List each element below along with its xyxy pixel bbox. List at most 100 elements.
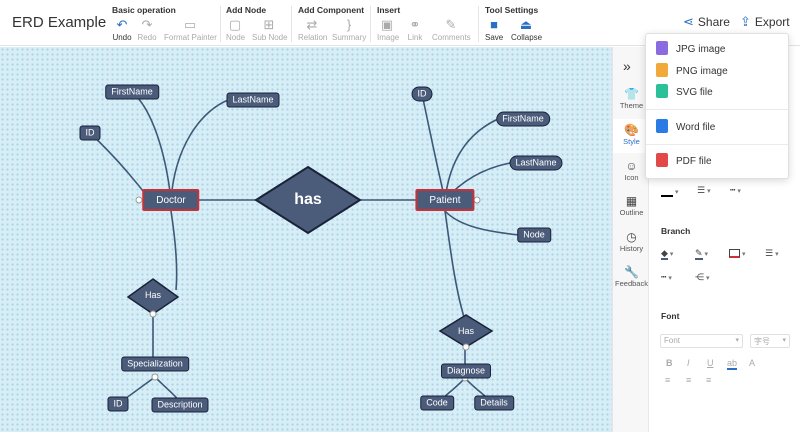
attribute-node[interactable]: Description bbox=[151, 397, 209, 413]
fill-bucket-icon: ◆ bbox=[661, 248, 668, 260]
export-pdf-item[interactable]: PDF file bbox=[656, 152, 712, 172]
outline-icon: ▦ bbox=[625, 194, 638, 208]
group-title: Add Node bbox=[226, 5, 267, 15]
toolbar-divider bbox=[220, 6, 221, 42]
node-button[interactable]: ▢ Node bbox=[226, 17, 245, 45]
italic-button[interactable]: I bbox=[687, 358, 690, 368]
share-label: Share bbox=[697, 15, 730, 29]
branch-width-select[interactable]: ☰ ▾ bbox=[765, 248, 779, 259]
border-icon bbox=[729, 249, 740, 259]
link-button[interactable]: ⚭ Link bbox=[407, 17, 423, 45]
tab-history[interactable]: ◷ History bbox=[613, 230, 650, 260]
attribute-node[interactable]: Code bbox=[420, 395, 454, 411]
attribute-node[interactable]: LastName bbox=[226, 92, 280, 108]
menu-divider bbox=[646, 144, 788, 145]
collapse-panel-icon[interactable]: » bbox=[623, 58, 631, 74]
group-add-node: Add Node ▢ Node ⊞ Sub Node bbox=[226, 3, 291, 45]
attribute-node[interactable]: FirstName bbox=[105, 84, 159, 100]
underline-button[interactable]: U bbox=[707, 358, 714, 368]
chevron-down-icon: ▾ bbox=[735, 337, 739, 344]
font-size-select[interactable]: 字号 ▾ bbox=[750, 334, 790, 348]
share-button[interactable]: ⋖ Share bbox=[683, 14, 730, 30]
group-title: Add Component bbox=[298, 5, 365, 15]
undo-button[interactable]: ↶ Undo bbox=[112, 17, 132, 45]
png-file-icon bbox=[656, 63, 668, 78]
line-style-select[interactable]: ┅ ▾ bbox=[730, 185, 741, 196]
attribute-node[interactable]: ID bbox=[107, 396, 129, 412]
group-title: Tool Settings bbox=[485, 5, 539, 15]
branch-style-select[interactable]: ┅ ▾ bbox=[661, 272, 672, 283]
group-basic-operation: Basic operation ↶ Undo ↷ Redo ▭ Format P… bbox=[112, 3, 222, 45]
dropdown-icon: ▾ bbox=[669, 251, 674, 258]
image-button[interactable]: ▣ Image bbox=[377, 17, 399, 45]
bold-button[interactable]: B bbox=[666, 358, 673, 368]
connector-line bbox=[89, 132, 151, 201]
dropdown-icon: ▾ bbox=[704, 251, 709, 258]
export-label: Export bbox=[754, 15, 790, 29]
attribute-node[interactable]: ID bbox=[411, 86, 433, 102]
branch-connector-select[interactable]: ⋲ ▾ bbox=[695, 272, 710, 283]
connector-line bbox=[444, 210, 521, 236]
comments-button[interactable]: ✎ Comments bbox=[432, 17, 471, 45]
sub-node-icon: ⊞ bbox=[263, 17, 275, 32]
export-jpg-item[interactable]: JPG image bbox=[656, 40, 725, 60]
entity-doctor[interactable]: Doctor bbox=[142, 189, 200, 211]
font-family-select[interactable]: Font ▾ bbox=[660, 334, 743, 348]
section-title: Branch bbox=[661, 226, 691, 236]
share-icon: ⋖ bbox=[683, 14, 694, 29]
entity-patient[interactable]: Patient bbox=[415, 189, 475, 211]
chevron-down-icon: ▾ bbox=[782, 337, 786, 344]
summary-button[interactable]: } Summary bbox=[332, 17, 366, 45]
align-right-button[interactable]: ≡ bbox=[706, 375, 711, 385]
export-word-item[interactable]: Word file bbox=[656, 118, 715, 138]
pen-icon: ✎ bbox=[695, 248, 703, 260]
menu-divider bbox=[646, 109, 788, 110]
attribute-node[interactable]: Node bbox=[517, 227, 551, 243]
font-color-button[interactable]: A bbox=[749, 358, 755, 368]
relation-button[interactable]: ⇄ Relation bbox=[298, 17, 327, 45]
node-icon: ▢ bbox=[228, 17, 242, 32]
tab-outline[interactable]: ▦ Outline bbox=[613, 194, 650, 224]
color-swatch-icon bbox=[661, 187, 673, 197]
branch-border-color-picker[interactable]: ▾ bbox=[729, 248, 746, 259]
connector-icon: ⋲ bbox=[695, 272, 704, 282]
dropdown-icon: ▾ bbox=[707, 188, 711, 195]
highlight-button[interactable]: ab bbox=[727, 358, 738, 370]
line-width-select[interactable]: ☰ ▾ bbox=[697, 185, 711, 196]
attribute-node[interactable]: LastName bbox=[509, 155, 563, 171]
attribute-node[interactable]: Details bbox=[474, 395, 514, 411]
line-width-icon: ☰ bbox=[765, 248, 774, 258]
jpg-file-icon bbox=[656, 41, 668, 56]
attribute-node[interactable]: ID bbox=[79, 125, 101, 141]
diagram-canvas[interactable]: has Has Has Doctor Patient FirstName Las… bbox=[0, 47, 612, 432]
dropdown-icon: ▾ bbox=[775, 251, 779, 258]
history-icon: ◷ bbox=[626, 230, 637, 244]
entity-diagnose[interactable]: Diagnose bbox=[440, 363, 492, 379]
attribute-node[interactable]: FirstName bbox=[496, 111, 550, 127]
sub-node-button[interactable]: ⊞ Sub Node bbox=[252, 17, 288, 45]
entity-specialization[interactable]: Specialization bbox=[121, 356, 189, 372]
collapse-button[interactable]: ⏏ Collapse bbox=[511, 17, 542, 45]
group-insert: Insert ▣ Image ⚭ Link ✎ Comments bbox=[377, 3, 477, 45]
tab-feedback[interactable]: 🔧 Feedback bbox=[613, 265, 650, 295]
align-left-button[interactable]: ≡ bbox=[665, 375, 670, 385]
export-button[interactable]: ⇪ Export bbox=[740, 14, 790, 30]
align-center-button[interactable]: ≡ bbox=[686, 375, 691, 385]
redo-icon: ↷ bbox=[141, 17, 153, 32]
group-title: Basic operation bbox=[112, 5, 176, 15]
format-painter-button[interactable]: ▭ Format Painter bbox=[164, 17, 217, 45]
feedback-icon: 🔧 bbox=[624, 265, 639, 279]
border-color-picker[interactable]: ▾ bbox=[661, 186, 679, 197]
connector-handle bbox=[149, 310, 157, 318]
branch-line-color-picker[interactable]: ✎ ▾ bbox=[695, 248, 709, 260]
connector-line bbox=[421, 93, 446, 201]
connector-handle bbox=[473, 196, 481, 204]
redo-button[interactable]: ↷ Redo bbox=[137, 17, 157, 45]
export-svg-item[interactable]: SVG file bbox=[656, 83, 713, 103]
link-icon: ⚭ bbox=[409, 17, 421, 32]
branch-fill-picker[interactable]: ◆ ▾ bbox=[661, 248, 674, 260]
side-tab-bar: 👕 Theme 🎨 Style ☺ Icon ▦ Outline ◷ Histo… bbox=[612, 47, 650, 432]
save-button[interactable]: ■ Save bbox=[485, 17, 503, 45]
export-png-item[interactable]: PNG image bbox=[656, 62, 728, 82]
dropdown-icon: ▾ bbox=[742, 251, 746, 258]
